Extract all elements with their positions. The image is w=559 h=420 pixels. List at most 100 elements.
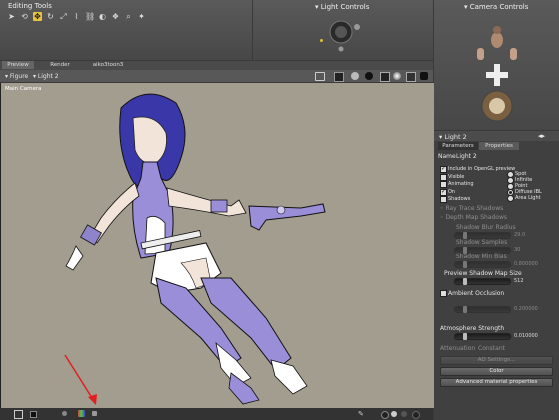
memory-dots-icon[interactable] <box>92 411 97 416</box>
document-tab-strip: Preview Render aiko3toon3 <box>0 61 433 70</box>
checkbox-label: On <box>448 188 456 195</box>
display-style-sphere-icon[interactable] <box>351 72 359 80</box>
checkbox-list: Include in OpenGL previewVisibleAnimatin… <box>438 165 515 206</box>
chain-icon[interactable]: ⛓ <box>85 12 95 21</box>
nav-arrows-icon[interactable]: ◂▸ <box>538 132 545 140</box>
shadow-samples-label: Shadow Samples <box>456 239 508 246</box>
preview-map-size-slider[interactable] <box>454 278 511 285</box>
shadow-samples-value: 30 <box>514 247 521 253</box>
sphere-preview-4-icon[interactable] <box>412 411 420 419</box>
sphere-preview-3-icon[interactable] <box>401 411 407 417</box>
rotate-icon[interactable]: ⟲ <box>20 12 29 21</box>
morph-icon[interactable]: ✦ <box>137 12 146 21</box>
magnify-icon[interactable]: ⌕ <box>124 12 133 21</box>
camera-icon[interactable] <box>315 72 325 81</box>
light-type-label: Area Light <box>515 195 541 201</box>
shadow-blur-value: 29.0 <box>514 232 526 238</box>
ambient-occlusion-checkbox[interactable] <box>440 290 447 297</box>
translate-icon[interactable]: ✥ <box>33 12 42 21</box>
light-type-radio[interactable] <box>507 195 514 202</box>
checkbox[interactable] <box>440 165 447 173</box>
checkbox-label: Visible <box>448 173 465 180</box>
light-type-list: Spot Infinite Point Diffuse IBL Area Light <box>507 171 557 206</box>
attenuation-label: Attenuation <box>440 345 476 352</box>
editing-tools-panel: Editing Tools ➤ ⟲ ✥ ↻ ⤢ ⌇ ⛓ ◐ ❖ ⌕ ✦ <box>0 0 252 60</box>
preview-map-size-value: 512 <box>514 278 524 284</box>
ray-trace-label: Ray Trace Shadows <box>445 205 504 212</box>
ao-settings-button[interactable]: AO Settings... <box>440 356 553 365</box>
properties-header-text: Light 2 <box>444 133 467 141</box>
preview-map-size-label: Preview Shadow Map Size <box>444 270 522 277</box>
name-label: Name <box>438 153 456 160</box>
display-style-cube-icon[interactable] <box>334 72 344 82</box>
tab-parameters[interactable]: Parameters <box>438 142 478 150</box>
checkbox[interactable] <box>440 188 447 196</box>
slider-knob[interactable] <box>463 232 467 239</box>
keyframe-icon[interactable] <box>62 411 67 416</box>
tab-render[interactable]: Render <box>44 61 76 69</box>
advanced-material-button[interactable]: Advanced material properties <box>440 378 553 387</box>
shadow-min-bias-slider[interactable] <box>454 261 511 268</box>
document-name: aiko3toon3 <box>92 62 124 68</box>
scale-icon[interactable]: ⤢ <box>59 12 68 21</box>
checkbox[interactable] <box>440 196 447 203</box>
ao-strength-slider[interactable] <box>454 306 511 313</box>
shadow-blur-label: Shadow Blur Radius <box>456 224 516 231</box>
display-style-dark-icon[interactable] <box>420 72 428 80</box>
checkbox-label: Shadows <box>448 196 471 202</box>
slider-knob[interactable] <box>463 306 467 313</box>
annotation-arrow <box>64 354 97 405</box>
sphere-preview-1-icon[interactable] <box>381 411 389 419</box>
twist-icon[interactable]: ↻ <box>46 12 55 21</box>
camera-controls-panel: ▾ Camera Controls <box>434 0 559 130</box>
display-style-lit-icon[interactable] <box>393 72 401 80</box>
properties-panel: ▾ Light 2 ◂▸ Parameters Properties Name … <box>434 131 559 420</box>
atmosphere-label: Atmosphere Strength <box>440 325 505 332</box>
tab-preview[interactable]: Preview <box>2 61 34 69</box>
figure-character[interactable] <box>61 88 341 406</box>
tab-properties[interactable]: Properties <box>479 142 519 150</box>
slider-knob[interactable] <box>463 261 467 268</box>
arrow-select-icon[interactable]: ➤ <box>7 12 16 21</box>
options-icon[interactable] <box>78 410 85 417</box>
pencil-icon[interactable]: ✎ <box>358 410 366 418</box>
checkbox[interactable] <box>440 173 447 181</box>
depth-map-radio[interactable]: ◦ Depth Map Shadows <box>440 214 507 221</box>
camera-control-widget[interactable] <box>472 24 522 126</box>
camera-controls-title-text: Camera Controls <box>469 3 529 11</box>
attenuation-select[interactable]: Constant <box>478 345 505 352</box>
editing-tools-row: ➤ ⟲ ✥ ↻ ⤢ ⌇ ⛓ ◐ ❖ ⌕ ✦ <box>7 12 167 22</box>
taper-icon[interactable]: ⌇ <box>72 12 81 21</box>
shadow-min-bias-label: Shadow Min Bias <box>456 253 507 260</box>
checkbox-label: Include in OpenGL preview <box>448 166 516 172</box>
editing-tools-title: Editing Tools <box>8 2 52 10</box>
light-sphere-control[interactable] <box>323 15 363 55</box>
display-style-texture-icon[interactable] <box>406 72 416 82</box>
frame-icon[interactable] <box>30 411 37 418</box>
properties-header: ▾ Light 2 ◂▸ <box>434 131 559 141</box>
light-indicator-dot <box>320 39 323 42</box>
play-icon[interactable] <box>14 410 23 419</box>
display-style-dark-sphere-icon[interactable] <box>365 72 373 80</box>
slider-knob[interactable] <box>463 278 467 285</box>
checkbox-label: Animating <box>448 181 474 187</box>
figure-menu[interactable]: ▾ Figure <box>5 73 28 80</box>
depth-map-label: Depth Map Shadows <box>445 214 508 221</box>
slider-knob[interactable] <box>463 333 467 340</box>
name-field[interactable]: Light 2 <box>456 153 477 160</box>
atmosphere-slider[interactable] <box>454 333 511 340</box>
light-controls-panel: ▾ Light Controls <box>253 0 433 60</box>
color-button[interactable]: Color <box>440 367 553 376</box>
color-icon[interactable]: ◐ <box>98 12 107 21</box>
ao-strength-value: 0.200000 <box>514 306 538 312</box>
actor-menu[interactable]: ▾ Light 2 <box>33 73 59 80</box>
ray-trace-radio[interactable]: ◦ Ray Trace Shadows <box>440 205 503 212</box>
grouping-icon[interactable]: ❖ <box>111 12 120 21</box>
display-style-shaded-icon[interactable] <box>380 72 390 82</box>
properties-header-title: ▾ Light 2 <box>439 133 467 141</box>
shadow-blur-slider[interactable] <box>454 232 511 239</box>
sphere-preview-2-icon[interactable] <box>391 411 397 417</box>
figure-menu-label: Figure <box>9 73 29 80</box>
viewport[interactable]: Main Camera <box>0 83 434 408</box>
ambient-occlusion-label: Ambient Occlusion <box>448 290 505 297</box>
